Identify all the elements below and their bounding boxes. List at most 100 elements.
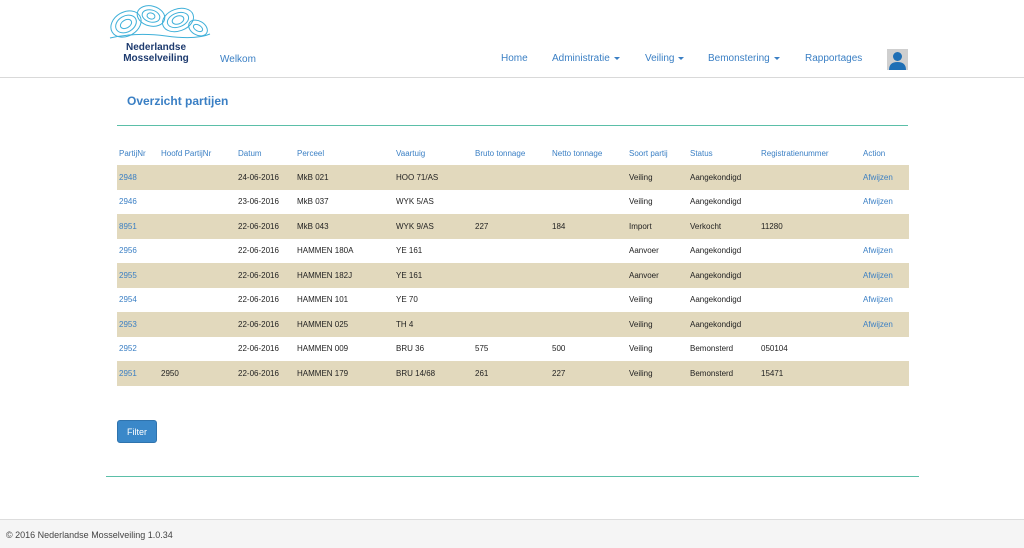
table-cell [473, 239, 550, 264]
brand-line-1: Nederlandse [125, 42, 187, 53]
table-cell: 22-06-2016 [238, 246, 279, 256]
mussel-logo-icon [109, 5, 211, 39]
table-cell [473, 165, 550, 190]
afwijzen-link[interactable]: Afwijzen [861, 263, 909, 288]
table-cell: 227 [473, 214, 550, 239]
caret-down-icon [678, 56, 685, 60]
table-cell: 22-06-2016 [236, 263, 295, 288]
divider-bottom [106, 476, 919, 477]
table-cell: HAMMEN 101 [297, 295, 349, 305]
column-header[interactable]: Bruto tonnage [473, 141, 550, 165]
table-cell [159, 214, 236, 239]
nav-bemonstering[interactable]: Bemonstering [708, 53, 780, 64]
table-cell [759, 190, 861, 215]
column-header[interactable]: Datum [236, 141, 295, 165]
caret-down-icon [613, 56, 620, 60]
table-cell [759, 263, 861, 288]
table-cell: 22-06-2016 [236, 214, 295, 239]
table-row: 2948 24-06-2016 MkB 021 HOO 71/AS Veiling Aan… [117, 165, 909, 190]
nav-rapportages-label: Rapportages [805, 53, 863, 64]
table-cell: 22-06-2016 [238, 344, 279, 354]
table-cell: WYK 9/AS [394, 214, 473, 239]
column-header[interactable]: Action [861, 141, 909, 165]
table-cell: YE 161 [394, 263, 473, 288]
column-header[interactable]: Vaartuig [394, 141, 473, 165]
user-icon [889, 52, 906, 70]
welcome-link[interactable]: Welkom [220, 54, 256, 65]
afwijzen-link[interactable]: Afwijzen [861, 239, 909, 264]
table-cell: HAMMEN 180A [297, 246, 354, 256]
column-header[interactable]: Hoofd PartijNr [159, 141, 236, 165]
table-cell: Veiling [629, 295, 653, 305]
table-cell: Veiling [627, 312, 688, 337]
afwijzen-link[interactable]: Afwijzen [861, 288, 909, 313]
column-header[interactable]: PartijNr [117, 141, 159, 165]
table-cell: Import [627, 214, 688, 239]
table-cell: Veiling [629, 344, 653, 354]
table-cell: TH 4 [394, 312, 473, 337]
table-cell: YE 70 [396, 295, 418, 305]
partij-link[interactable]: 2953 [117, 312, 159, 337]
nav-rapportages[interactable]: Rapportages [805, 53, 862, 64]
table-cell: Verkocht [688, 214, 759, 239]
afwijzen-link[interactable]: Afwijzen [861, 312, 909, 337]
table-cell: Aangekondigd [690, 197, 742, 207]
partij-link[interactable]: 2955 [117, 263, 159, 288]
table-cell [473, 288, 550, 313]
table-cell [159, 263, 236, 288]
table-cell: YE 161 [396, 246, 423, 256]
table-cell [159, 190, 236, 215]
table-cell: Aangekondigd [690, 295, 742, 305]
partij-link[interactable]: 2951 [117, 361, 159, 386]
table-cell [550, 288, 627, 313]
table-cell: Aangekondigd [688, 165, 759, 190]
footer-text: © 2016 Nederlandse Mosselveiling 1.0.34 [6, 530, 173, 540]
table-row: 8951 22-06-2016 MkB 043 WYK 9/AS 227 184 Impor… [117, 214, 909, 239]
table-cell: MkB 037 [297, 197, 329, 207]
partij-link[interactable]: 2954 [117, 288, 159, 313]
column-header[interactable]: Status [688, 141, 759, 165]
nav-veiling[interactable]: Veiling [645, 53, 685, 64]
table-row: 2955 22-06-2016 HAMMEN 182J YE 161 Aanvoer Aa… [117, 263, 909, 288]
table-cell: 11280 [759, 214, 861, 239]
nav-administratie[interactable]: Administratie [552, 53, 620, 64]
partij-link[interactable]: 2946 [117, 190, 159, 215]
partij-link[interactable]: 2948 [117, 165, 159, 190]
table-cell: 24-06-2016 [236, 165, 295, 190]
table-row: 2946 23-06-2016 MkB 037 WYK 5/AS Veiling Aang… [117, 190, 909, 215]
table-cell: 227 [550, 361, 627, 386]
table-cell [159, 165, 236, 190]
afwijzen-link[interactable]: Afwijzen [861, 190, 909, 215]
partij-link[interactable]: 8951 [117, 214, 159, 239]
table-cell [759, 288, 861, 313]
navbar: Nederlandse Mosselveiling Welkom Home Ad… [0, 0, 1024, 78]
partij-link[interactable]: 2956 [117, 239, 159, 264]
column-header[interactable]: Registratienummer [759, 141, 861, 165]
table-cell [550, 312, 627, 337]
table-cell: Veiling [627, 361, 688, 386]
column-header[interactable]: Netto tonnage [550, 141, 627, 165]
table-cell: Bemonsterd [690, 344, 734, 354]
table-cell: Aangekondigd [688, 312, 759, 337]
table-cell [759, 312, 861, 337]
column-header[interactable]: Soort partij [627, 141, 688, 165]
table-cell: Aangekondigd [688, 263, 759, 288]
brand-logo[interactable]: Nederlandse Mosselveiling [106, 2, 212, 72]
partijen-table: PartijNr Hoofd PartijNr Datum Perceel Va… [117, 141, 909, 386]
table-cell: HAMMEN 009 [297, 344, 349, 354]
nav-home[interactable]: Home [501, 53, 528, 64]
afwijzen-link [861, 361, 909, 386]
table-cell: Veiling [627, 165, 688, 190]
afwijzen-link [861, 337, 909, 362]
table-row: 2953 22-06-2016 HAMMEN 025 TH 4 Veiling Aange… [117, 312, 909, 337]
table-cell: Aanvoer [629, 246, 659, 256]
column-header[interactable]: Perceel [295, 141, 394, 165]
user-avatar[interactable] [887, 49, 908, 70]
partij-link[interactable]: 2952 [117, 337, 159, 362]
afwijzen-link[interactable]: Afwijzen [861, 165, 909, 190]
table-cell: 500 [552, 344, 566, 354]
filter-button[interactable]: Filter [117, 420, 157, 443]
table-cell: HOO 71/AS [394, 165, 473, 190]
table-cell [159, 288, 236, 313]
table-cell: 184 [550, 214, 627, 239]
